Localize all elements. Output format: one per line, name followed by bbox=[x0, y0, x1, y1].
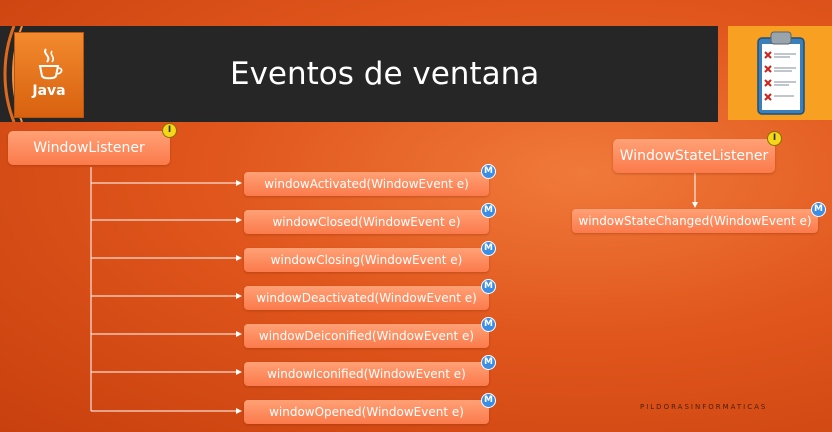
method-window-deactivated: windowDeactivated(WindowEvent e) bbox=[244, 286, 489, 310]
method-window-deiconified: windowDeiconified(WindowEvent e) bbox=[244, 324, 489, 348]
method-badge-icon: M bbox=[481, 317, 496, 332]
method-badge-icon: M bbox=[811, 202, 826, 217]
method-label: windowActivated(WindowEvent e) bbox=[264, 177, 469, 191]
method-badge-icon: M bbox=[481, 393, 496, 408]
method-window-activated: windowActivated(WindowEvent e) bbox=[244, 172, 489, 196]
method-window-iconified: windowIconified(WindowEvent e) bbox=[244, 362, 489, 386]
method-window-opened: windowOpened(WindowEvent e) bbox=[244, 400, 489, 424]
method-label: windowDeactivated(WindowEvent e) bbox=[256, 291, 477, 305]
method-label: windowOpened(WindowEvent e) bbox=[269, 405, 464, 419]
method-badge-icon: M bbox=[481, 355, 496, 370]
method-label: windowClosed(WindowEvent e) bbox=[272, 215, 461, 229]
interface-badge-icon: I bbox=[162, 123, 177, 138]
window-state-listener-box: WindowStateListener bbox=[613, 139, 775, 173]
window-state-listener-label: WindowStateListener bbox=[619, 148, 769, 164]
method-badge-icon: M bbox=[481, 279, 496, 294]
window-listener-box: WindowListener bbox=[8, 131, 170, 165]
method-window-state-changed: windowStateChanged(WindowEvent e) bbox=[572, 209, 818, 233]
method-badge-icon: M bbox=[481, 203, 496, 218]
method-label: windowClosing(WindowEvent e) bbox=[270, 253, 463, 267]
method-label: windowStateChanged(WindowEvent e) bbox=[578, 214, 812, 228]
method-window-closed: windowClosed(WindowEvent e) bbox=[244, 210, 489, 234]
footer-watermark: PILDORASINFORMATICAS bbox=[640, 403, 768, 411]
method-badge-icon: M bbox=[481, 164, 496, 179]
method-window-closing: windowClosing(WindowEvent e) bbox=[244, 248, 489, 272]
method-label: windowDeiconified(WindowEvent e) bbox=[258, 329, 475, 343]
method-badge-icon: M bbox=[481, 241, 496, 256]
window-listener-label: WindowListener bbox=[33, 140, 145, 156]
interface-badge-icon: I bbox=[767, 131, 782, 146]
method-label: windowIconified(WindowEvent e) bbox=[267, 367, 466, 381]
